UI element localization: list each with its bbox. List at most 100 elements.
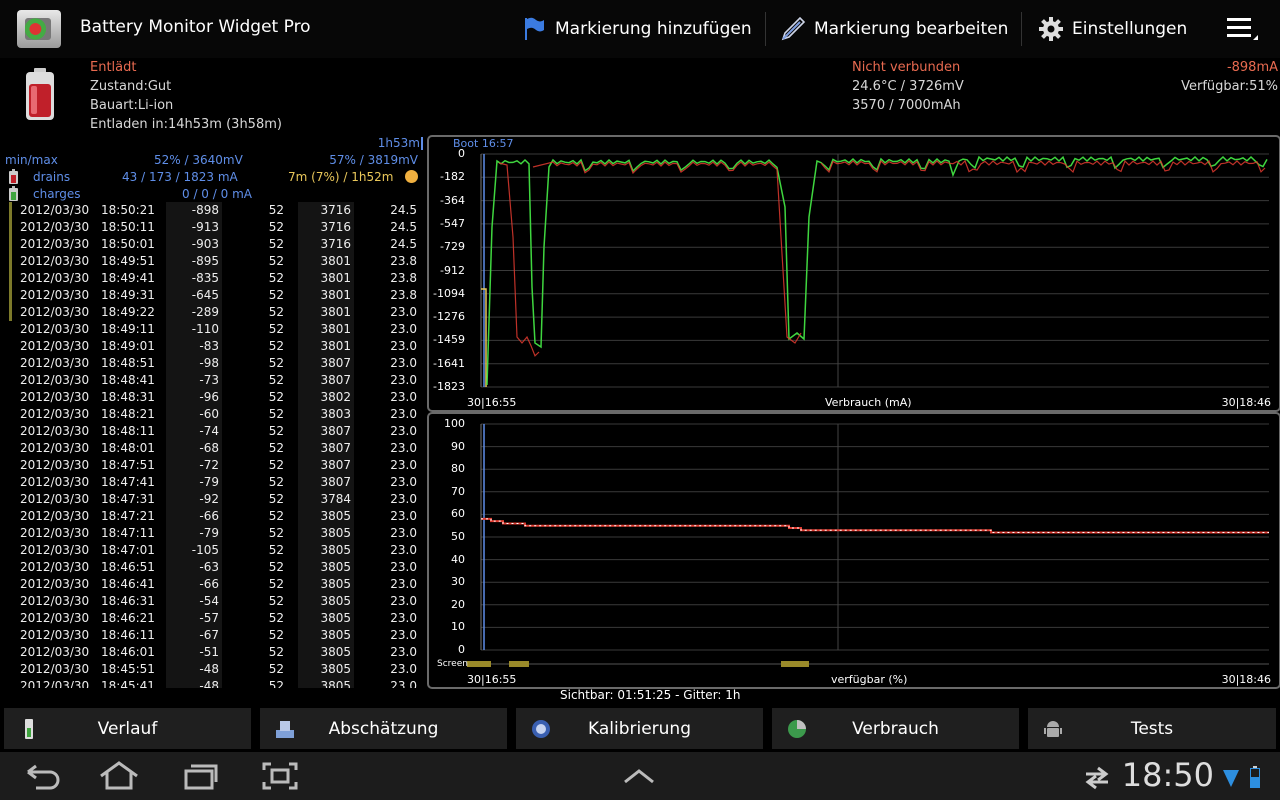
screen-on-segment (509, 661, 529, 667)
row-current: -898 (191, 203, 219, 217)
consumption-y-tick: 0 (458, 147, 465, 160)
table-row: 2012/03/30 18:47:31 -92 52 3784 23.0 (0, 491, 424, 508)
row-percent: 52 (268, 424, 284, 438)
add-mark-button[interactable]: Markierung hinzufügen (522, 0, 752, 58)
row-voltage: 3801 (320, 254, 351, 268)
row-voltage: 3801 (320, 271, 351, 285)
row-temperature: 23.0 (390, 611, 417, 625)
row-time: 18:49:11 (101, 322, 155, 336)
row-percent: 52 (268, 254, 284, 268)
row-time: 18:49:51 (101, 254, 155, 268)
row-voltage: 3802 (320, 390, 351, 404)
tab-abschaetzung[interactable]: Abschätzung (260, 708, 507, 749)
chevron-up-icon (624, 769, 654, 784)
row-temperature: 24.5 (390, 237, 417, 251)
consumption-graph[interactable]: Boot 16:57 0 -182 -364 -547 -729 -912 -1094 -12… (427, 135, 1280, 412)
row-time: 18:46:51 (101, 560, 155, 574)
row-temperature: 23.0 (390, 407, 417, 421)
table-row: 2012/03/30 18:45:51 -48 52 3805 23.0 (0, 661, 424, 678)
row-temperature: 23.0 (390, 458, 417, 472)
app-icon[interactable] (17, 10, 61, 48)
table-row: 2012/03/30 18:49:41 -835 52 3801 23.8 (0, 270, 424, 287)
tab-verbrauch[interactable]: Verbrauch (772, 708, 1019, 749)
table-row: 2012/03/30 18:48:21 -60 52 3803 23.0 (0, 406, 424, 423)
row-voltage: 3805 (320, 679, 351, 688)
tab-tests[interactable]: Tests (1028, 708, 1276, 749)
row-percent: 52 (268, 373, 284, 387)
tab-kalibrierung[interactable]: Kalibrierung (516, 708, 763, 749)
row-percent: 52 (268, 390, 284, 404)
row-time: 18:46:21 (101, 611, 155, 625)
row-percent: 52 (268, 509, 284, 523)
row-current: -73 (199, 373, 219, 387)
row-date: 2012/03/30 (20, 594, 90, 608)
row-temperature: 23.0 (390, 645, 417, 659)
row-date: 2012/03/30 (20, 679, 90, 688)
row-date: 2012/03/30 (20, 611, 90, 625)
table-row: 2012/03/30 18:48:31 -96 52 3802 23.0 (0, 389, 424, 406)
table-row: 2012/03/30 18:46:01 -51 52 3805 23.0 (0, 644, 424, 661)
overflow-menu-button[interactable] (1227, 16, 1259, 46)
table-row: 2012/03/30 18:49:22 -289 52 3801 23.0 (0, 304, 424, 321)
row-voltage: 3805 (320, 628, 351, 642)
row-current: -289 (191, 305, 219, 319)
app-menu-button[interactable] (622, 766, 656, 790)
row-current: -66 (199, 577, 219, 591)
history-table[interactable]: 1h53m min/max 52% / 3640mV 57% / 3819mV … (0, 136, 424, 688)
consumption-y-tick: -1094 (433, 286, 465, 300)
row-percent: 52 (268, 339, 284, 353)
consumption-y-tick: -1641 (433, 356, 465, 370)
calibration-icon (532, 720, 550, 738)
settings-button[interactable]: Einstellungen (1038, 0, 1187, 58)
screenshot-button[interactable] (262, 762, 298, 794)
tab-verlauf[interactable]: Verlauf (4, 708, 251, 749)
back-button[interactable] (22, 762, 60, 794)
recent-apps-button[interactable] (183, 762, 219, 794)
row-date: 2012/03/30 (20, 492, 90, 506)
available-graph[interactable]: 100 90 80 70 60 50 40 30 20 10 0 Screen 30|16:55 v… (427, 412, 1280, 689)
consumption-y-tick: -182 (440, 170, 465, 184)
row-date: 2012/03/30 (20, 203, 90, 217)
app-title: Battery Monitor Widget Pro (80, 17, 311, 37)
home-button[interactable] (98, 760, 140, 794)
table-row: 2012/03/30 18:49:01 -83 52 3801 23.0 (0, 338, 424, 355)
row-time: 18:48:41 (101, 373, 155, 387)
row-voltage: 3801 (320, 305, 351, 319)
row-temperature: 23.8 (390, 254, 417, 268)
total-duration: 1h53m (377, 136, 420, 150)
row-percent: 52 (268, 441, 284, 455)
wifi-icon (1222, 768, 1240, 792)
row-date: 2012/03/30 (20, 628, 90, 642)
row-current: -68 (199, 441, 219, 455)
row-voltage: 3716 (320, 220, 351, 234)
edit-mark-button[interactable]: Markierung bearbeiten (780, 0, 1008, 58)
row-temperature: 23.0 (390, 492, 417, 506)
available-y-tick: 0 (458, 643, 465, 656)
row-time: 18:50:01 (101, 237, 155, 251)
available-y-tick: 60 (451, 507, 465, 521)
row-current: -110 (191, 322, 219, 336)
minmax-min: 52% / 3640mV (154, 153, 243, 167)
table-row: 2012/03/30 18:46:51 -63 52 3805 23.0 (0, 559, 424, 576)
row-percent: 52 (268, 237, 284, 251)
row-date: 2012/03/30 (20, 220, 90, 234)
drains-label: drains (33, 170, 71, 184)
duration-marker (421, 137, 423, 150)
row-date: 2012/03/30 (20, 390, 90, 404)
charges-value: 0 / 0 / 0 mA (182, 187, 252, 201)
row-percent: 52 (268, 203, 284, 217)
row-current: -903 (191, 237, 219, 251)
recent-apps-icon (184, 764, 218, 790)
row-voltage: 3807 (320, 356, 351, 370)
row-voltage: 3805 (320, 662, 351, 676)
row-time: 18:47:51 (101, 458, 155, 472)
pen-icon (781, 16, 806, 41)
discharge-estimate: Entladen in:14h53m (3h58m) (90, 117, 282, 132)
consumption-plot (480, 153, 1269, 388)
table-row: 2012/03/30 18:48:11 -74 52 3807 23.0 (0, 423, 424, 440)
row-date: 2012/03/30 (20, 271, 90, 285)
back-icon (27, 764, 60, 790)
row-percent: 52 (268, 288, 284, 302)
table-row: 2012/03/30 18:48:41 -73 52 3807 23.0 (0, 372, 424, 389)
row-date: 2012/03/30 (20, 356, 90, 370)
